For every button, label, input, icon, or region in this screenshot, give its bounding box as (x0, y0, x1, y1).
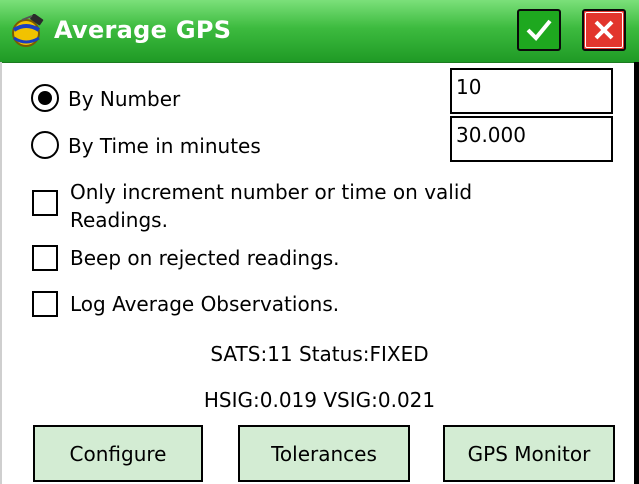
log-average-label[interactable]: Log Average Observations. (70, 290, 339, 318)
window-left-edge (0, 62, 2, 484)
by-time-radio[interactable] (31, 131, 59, 159)
beep-rejected-label[interactable]: Beep on rejected readings. (70, 244, 340, 272)
close-button[interactable] (582, 9, 626, 51)
time-input[interactable]: 30.000 (450, 116, 613, 162)
valid-readings-checkbox[interactable] (32, 190, 58, 216)
valid-readings-label-line2[interactable]: Readings. (70, 206, 168, 234)
close-button-frame (585, 12, 623, 48)
number-input[interactable]: 10 (450, 68, 613, 114)
by-number-label[interactable]: By Number (68, 85, 180, 113)
by-time-label[interactable]: By Time in minutes (68, 132, 261, 160)
title-bar: Average GPS (0, 0, 639, 63)
log-average-checkbox[interactable] (32, 291, 58, 317)
satellite-status: SATS:11 Status:FIXED (210, 342, 429, 366)
valid-readings-label-line1[interactable]: Only increment number or time on valid (70, 178, 472, 206)
window-title: Average GPS (54, 16, 232, 44)
configure-button[interactable]: Configure (33, 425, 203, 482)
by-number-radio[interactable] (31, 84, 59, 112)
ok-button[interactable] (517, 9, 561, 51)
window-right-edge (634, 62, 639, 484)
tolerances-button[interactable]: Tolerances (238, 425, 410, 482)
precision-status: HSIG:0.019 VSIG:0.021 (203, 388, 436, 412)
gps-monitor-button[interactable]: GPS Monitor (443, 425, 615, 482)
checkmark-icon (526, 19, 552, 41)
beep-rejected-checkbox[interactable] (32, 245, 58, 271)
gps-satellite-icon (8, 13, 46, 50)
